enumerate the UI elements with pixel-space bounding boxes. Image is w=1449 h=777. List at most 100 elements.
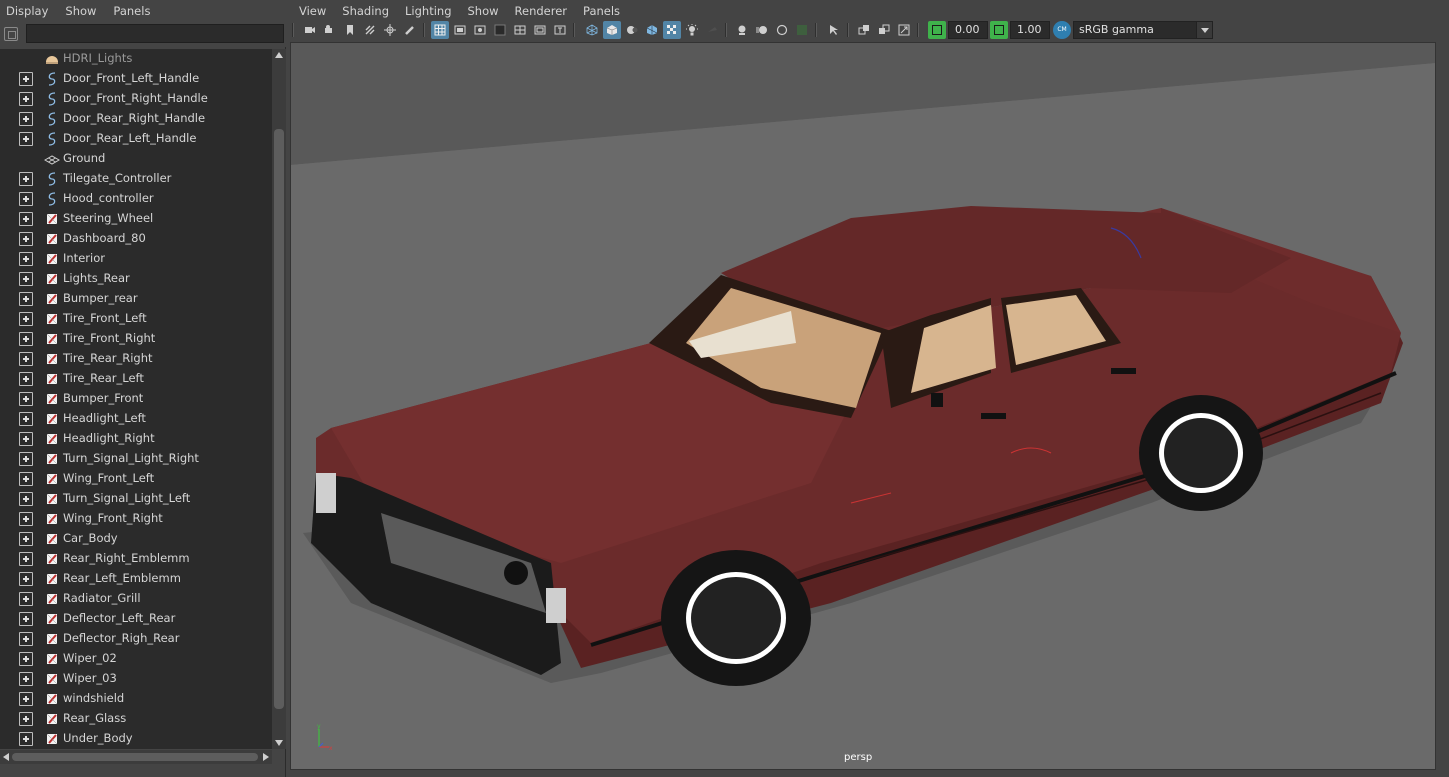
- menu-display[interactable]: Display: [6, 4, 48, 18]
- smooth-shade-icon[interactable]: [603, 21, 621, 39]
- outliner-item[interactable]: Tire_Rear_Right: [0, 349, 272, 369]
- wireframe-on-shaded-icon[interactable]: [643, 21, 661, 39]
- screen-space-ao-icon[interactable]: [733, 21, 751, 39]
- use-all-lights-icon[interactable]: [683, 21, 701, 39]
- outliner-item[interactable]: Rear_Right_Emblemm: [0, 549, 272, 569]
- scroll-down-arrow-icon[interactable]: [275, 740, 283, 746]
- isolate-select-icon[interactable]: [825, 21, 843, 39]
- outliner-item[interactable]: Door_Rear_Left_Handle: [0, 129, 272, 149]
- xray-joints-icon[interactable]: [895, 21, 913, 39]
- motion-blur-icon[interactable]: [753, 21, 771, 39]
- safe-title-icon[interactable]: [551, 21, 569, 39]
- outliner-item[interactable]: Deflector_Righ_Rear: [0, 629, 272, 649]
- outliner-horizontal-scrollbar[interactable]: [0, 750, 272, 764]
- exposure-toggle-button[interactable]: [928, 21, 946, 39]
- outliner-item[interactable]: Headlight_Right: [0, 429, 272, 449]
- field-chart-icon[interactable]: [511, 21, 529, 39]
- outliner-item[interactable]: Rear_Glass: [0, 709, 272, 729]
- outliner-item[interactable]: Tire_Front_Right: [0, 329, 272, 349]
- expand-plus-icon[interactable]: [19, 232, 33, 246]
- expand-plus-icon[interactable]: [19, 112, 33, 126]
- outliner-item[interactable]: HDRI_Lights: [0, 49, 272, 69]
- outliner-item[interactable]: Under_Body: [0, 729, 272, 749]
- scrollbar-thumb[interactable]: [12, 753, 258, 761]
- expand-plus-icon[interactable]: [19, 492, 33, 506]
- outliner-item[interactable]: Ground: [0, 149, 272, 169]
- resolution-gate-icon[interactable]: [471, 21, 489, 39]
- outliner-search-input[interactable]: [26, 24, 284, 43]
- exposure-field[interactable]: 0.00: [948, 21, 988, 39]
- scroll-up-arrow-icon[interactable]: [275, 52, 283, 58]
- outliner-item[interactable]: Tire_Rear_Left: [0, 369, 272, 389]
- expand-plus-icon[interactable]: [19, 512, 33, 526]
- expand-plus-icon[interactable]: [19, 672, 33, 686]
- outliner-item[interactable]: Door_Front_Left_Handle: [0, 69, 272, 89]
- 3d-viewport[interactable]: y x persp: [290, 42, 1436, 770]
- outliner-item[interactable]: Headlight_Left: [0, 409, 272, 429]
- menu-renderer[interactable]: Renderer: [515, 4, 568, 18]
- chevron-down-icon[interactable]: [1196, 22, 1212, 38]
- expand-plus-icon[interactable]: [19, 572, 33, 586]
- outliner-item[interactable]: Interior: [0, 249, 272, 269]
- outliner-item[interactable]: Bumper_Front: [0, 389, 272, 409]
- gamma-field[interactable]: 1.00: [1010, 21, 1050, 39]
- xray-active-components-icon[interactable]: [875, 21, 893, 39]
- outliner-item[interactable]: Bumper_rear: [0, 289, 272, 309]
- expand-plus-icon[interactable]: [19, 532, 33, 546]
- expand-plus-icon[interactable]: [19, 332, 33, 346]
- scrollbar-thumb[interactable]: [274, 129, 284, 709]
- outliner-item[interactable]: Wiper_02: [0, 649, 272, 669]
- grid-toggle-icon[interactable]: [431, 21, 449, 39]
- expand-plus-icon[interactable]: [19, 172, 33, 186]
- expand-plus-icon[interactable]: [19, 652, 33, 666]
- expand-plus-icon[interactable]: [19, 272, 33, 286]
- outliner-item[interactable]: Door_Rear_Right_Handle: [0, 109, 272, 129]
- expand-plus-icon[interactable]: [19, 432, 33, 446]
- expand-plus-icon[interactable]: [19, 552, 33, 566]
- outliner-item[interactable]: Radiator_Grill: [0, 589, 272, 609]
- bookmarks-icon[interactable]: [341, 21, 359, 39]
- filter-settings-icon[interactable]: [4, 27, 18, 41]
- color-management-toggle-button[interactable]: CM: [1053, 21, 1071, 39]
- expand-plus-icon[interactable]: [19, 92, 33, 106]
- outliner-item[interactable]: Deflector_Left_Rear: [0, 609, 272, 629]
- outliner-item[interactable]: Rear_Left_Emblemm: [0, 569, 272, 589]
- outliner-item[interactable]: Tire_Front_Left: [0, 309, 272, 329]
- outliner-item[interactable]: Turn_Signal_Light_Left: [0, 489, 272, 509]
- shadows-icon[interactable]: [703, 21, 721, 39]
- scroll-right-arrow-icon[interactable]: [263, 753, 269, 761]
- scroll-left-arrow-icon[interactable]: [3, 753, 9, 761]
- menu-view[interactable]: View: [299, 4, 326, 18]
- expand-plus-icon[interactable]: [19, 132, 33, 146]
- outliner-item[interactable]: Lights_Rear: [0, 269, 272, 289]
- expand-plus-icon[interactable]: [19, 312, 33, 326]
- textured-icon[interactable]: [663, 21, 681, 39]
- outliner-item[interactable]: Dashboard_80: [0, 229, 272, 249]
- image-plane-icon[interactable]: [361, 21, 379, 39]
- expand-plus-icon[interactable]: [19, 732, 33, 746]
- expand-plus-icon[interactable]: [19, 692, 33, 706]
- select-camera-icon[interactable]: [301, 21, 319, 39]
- safe-action-icon[interactable]: [531, 21, 549, 39]
- outliner-item[interactable]: Wing_Front_Right: [0, 509, 272, 529]
- outliner-item[interactable]: windshield: [0, 689, 272, 709]
- outliner-item[interactable]: Turn_Signal_Light_Right: [0, 449, 272, 469]
- outliner-item[interactable]: Car_Body: [0, 529, 272, 549]
- expand-plus-icon[interactable]: [19, 212, 33, 226]
- expand-plus-icon[interactable]: [19, 412, 33, 426]
- menu-show[interactable]: Show: [65, 4, 96, 18]
- view-transform-dropdown[interactable]: sRGB gamma: [1073, 21, 1213, 39]
- 2d-pan-zoom-icon[interactable]: [381, 21, 399, 39]
- menu-shading[interactable]: Shading: [342, 4, 389, 18]
- multisample-aa-icon[interactable]: [773, 21, 791, 39]
- xray-icon[interactable]: [855, 21, 873, 39]
- outliner-item[interactable]: Door_Front_Right_Handle: [0, 89, 272, 109]
- expand-plus-icon[interactable]: [19, 292, 33, 306]
- use-default-material-icon[interactable]: [623, 21, 641, 39]
- expand-plus-icon[interactable]: [19, 252, 33, 266]
- expand-plus-icon[interactable]: [19, 392, 33, 406]
- film-gate-icon[interactable]: [451, 21, 469, 39]
- outliner-item[interactable]: Hood_controller: [0, 189, 272, 209]
- expand-plus-icon[interactable]: [19, 472, 33, 486]
- outliner-item[interactable]: Wing_Front_Left: [0, 469, 272, 489]
